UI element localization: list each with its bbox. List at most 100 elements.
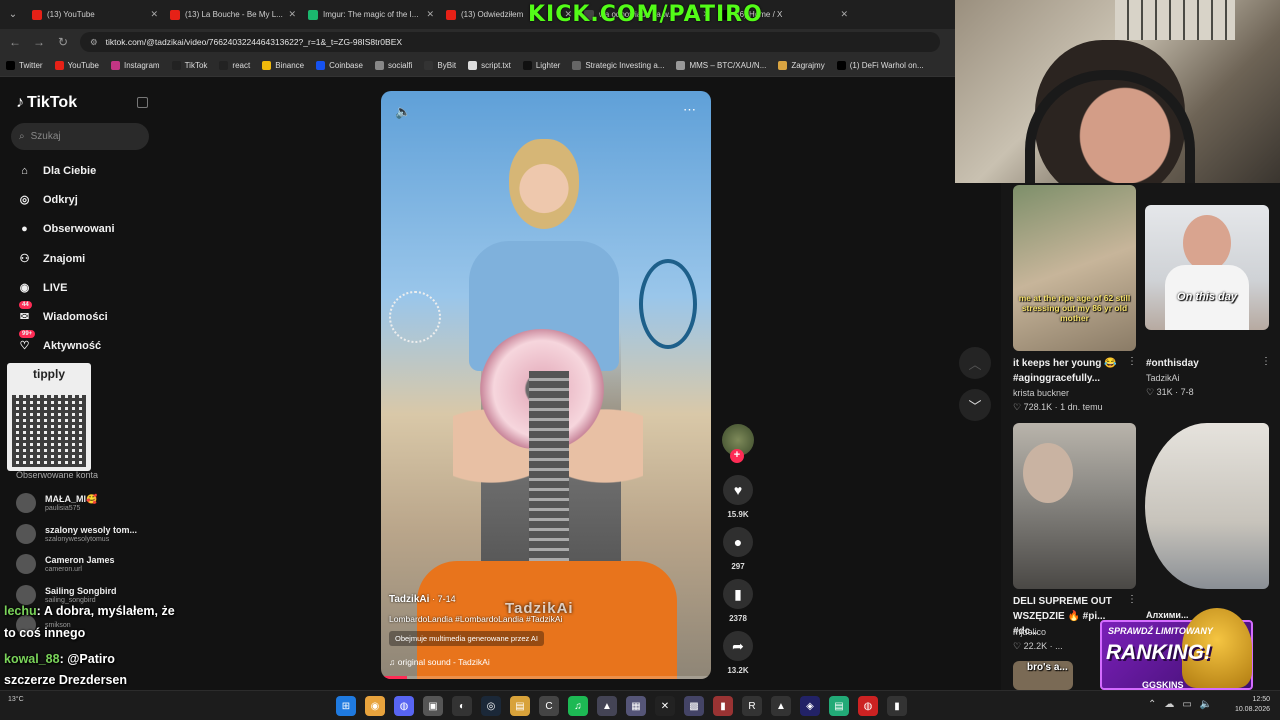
tab-favicon-icon (170, 9, 180, 20)
clock[interactable]: 12:50 10.08.2026 (1226, 695, 1270, 715)
browser-tab[interactable]: Imgur: The magic of the I... ✕ (302, 0, 440, 29)
followed-account[interactable]: Sailing Songbird sailing_songbird (16, 585, 117, 605)
sidebar-item-following[interactable]: ● Obserwowani (15, 219, 114, 238)
tab-search-icon[interactable]: ⌄ (0, 0, 26, 29)
rec-2-more-icon[interactable]: ⋮ (1261, 356, 1271, 367)
app-icon[interactable]: ▣ (423, 696, 443, 716)
app-icon-9[interactable]: ◈ (800, 696, 820, 716)
app-icon-7[interactable]: R (742, 696, 762, 716)
browser-tab[interactable]: (13) La Bouche - Be My L... ✕ (164, 0, 302, 29)
bookmark-item[interactable]: script.txt (468, 61, 511, 70)
volume-tray-icon[interactable]: 🔈 (1200, 699, 1212, 710)
bookmark-item[interactable]: Binance (262, 61, 304, 70)
previous-video-button[interactable]: ︿ (959, 347, 991, 379)
app-icon-6[interactable]: ▮ (713, 696, 733, 716)
sidebar-item-messages[interactable]: ✉ 44 Wiadomości (15, 301, 108, 326)
like-button[interactable]: ♥ 15.9K (721, 475, 755, 519)
video-player[interactable]: 🔈 ⋯ TadzikAi TadzikAi · 7-14 LombardoLan… (381, 91, 711, 679)
app-icon-5[interactable]: ▩ (684, 696, 704, 716)
forward-icon[interactable]: → (32, 35, 46, 49)
sidebar-item-live[interactable]: ◉ LIVE (15, 278, 68, 297)
rec-thumb-3[interactable] (1013, 423, 1136, 589)
sidebar-item-activity[interactable]: ♡ 99+ Aktywność (15, 330, 101, 355)
rec-author-3[interactable]: mjdelico (1013, 627, 1046, 637)
followed-account[interactable]: szalony wesoly tom... szalonywesolytomus (16, 524, 137, 544)
bookmark-item[interactable]: react (219, 61, 250, 70)
cloud-icon[interactable]: ☁ (1164, 699, 1174, 710)
video-progress-bar[interactable] (381, 676, 711, 679)
app-icon-3[interactable]: ▲ (597, 696, 617, 716)
tray-chevron-icon[interactable]: ⌃ (1148, 699, 1156, 710)
tiktok-logo[interactable]: ♪ TikTok (16, 94, 77, 112)
rec-thumb-1[interactable]: me at the ripe age of 62 still stressing… (1013, 185, 1136, 351)
close-tab-icon[interactable]: ✕ (150, 9, 158, 20)
collapse-sidebar-icon[interactable] (137, 97, 148, 108)
site-info-icon[interactable]: ⚙ (90, 37, 98, 48)
bookmark-item[interactable]: MMS – BTC/XAU/N... (676, 61, 766, 70)
rec-title-1[interactable]: it keeps her young 😂 #aginggracefully... (1013, 356, 1128, 386)
followed-account[interactable]: Cameron James cameron.url (16, 554, 115, 574)
reload-icon[interactable]: ↻ (56, 35, 70, 49)
comment-button[interactable]: ● 297 (721, 527, 755, 571)
video-author-name: TadzikAi (389, 594, 430, 605)
ggskins-promo[interactable]: SPRAWDŹ LIMITOWANY RANKING! GGSKINS (1072, 608, 1253, 694)
app-icon-8[interactable]: ▲ (771, 696, 791, 716)
app-icon-2[interactable]: C (539, 696, 559, 716)
search-input[interactable]: ⌕ Szukaj (11, 123, 149, 150)
rec-author-2[interactable]: TadzikAi (1146, 373, 1180, 383)
spotify-icon[interactable]: ♫ (568, 696, 588, 716)
bookmark-item[interactable]: Coinbase (316, 61, 363, 70)
app-icon-10[interactable]: ◍ (858, 696, 878, 716)
notepad-icon[interactable]: ▤ (829, 696, 849, 716)
share-button[interactable]: ➦ 13.2K (721, 631, 755, 675)
file-explorer-icon[interactable]: ▤ (510, 696, 530, 716)
bookmark-item[interactable]: socialfi (374, 61, 412, 70)
steam-icon[interactable]: ◎ (481, 696, 501, 716)
bookmark-item[interactable]: Twitter (6, 61, 43, 70)
creator-avatar[interactable]: + (721, 424, 755, 463)
weather-widget[interactable]: 13°C (8, 696, 24, 703)
bookmark-label: TikTok (184, 61, 208, 70)
sidebar-item-home[interactable]: ⌂ Dla Ciebie (15, 161, 96, 180)
followed-account[interactable]: MAŁA_MI🥰 paulisia575 (16, 493, 97, 513)
bookmark-item[interactable]: Instagram (111, 61, 160, 70)
save-button[interactable]: ▮ 2378 (721, 579, 755, 623)
rec-thumb-2[interactable]: On this day (1145, 205, 1269, 330)
bookmark-item[interactable]: Strategic Investing a... (572, 61, 664, 70)
browser-tab[interactable]: (13) YouTube ✕ (26, 0, 164, 29)
video-author[interactable]: TadzikAi · 7-14 (389, 594, 689, 605)
bookmark-item[interactable]: Lighter (522, 61, 560, 70)
chrome-icon[interactable]: ◉ (365, 696, 385, 716)
video-description[interactable]: LombardoLandia #LombardoLandia #TadzikAi (389, 614, 689, 624)
rec-1-more-icon[interactable]: ⋮ (1127, 356, 1137, 367)
more-options-icon[interactable]: ⋯ (683, 102, 696, 118)
rec-author-1[interactable]: krista buckner (1013, 388, 1069, 398)
close-tab-icon[interactable]: ✕ (288, 9, 296, 20)
app-icon-4[interactable]: ▦ (626, 696, 646, 716)
rec-title-2[interactable]: #onthisday (1146, 356, 1256, 371)
rec-thumb-5[interactable]: bro's a... (1013, 661, 1073, 690)
next-video-button[interactable]: ﹀ (959, 389, 991, 421)
bookmark-item[interactable]: TikTok (171, 61, 208, 70)
close-tab-icon[interactable]: ✕ (426, 9, 434, 20)
rec-3-more-icon[interactable]: ⋮ (1127, 594, 1137, 605)
back-icon[interactable]: ← (8, 35, 22, 49)
bookmark-item[interactable]: ByBit (424, 61, 456, 70)
follow-plus-icon[interactable]: + (730, 449, 744, 463)
video-sound[interactable]: ♫ original sound - TadzikAi (389, 657, 689, 667)
github-desktop-icon[interactable]: ◐ (452, 696, 472, 716)
bookmark-item[interactable]: YouTube (54, 61, 99, 70)
network-icon[interactable]: ▭ (1182, 699, 1191, 710)
sidebar-item-friends[interactable]: ⚇ Znajomi (15, 249, 86, 268)
bookmark-item[interactable]: Zagrajmy (778, 61, 825, 70)
volume-icon[interactable]: 🔈 (395, 104, 411, 120)
app-icon-11[interactable]: ▮ (887, 696, 907, 716)
rec-thumb-4[interactable] (1145, 423, 1269, 589)
sidebar-item-compass[interactable]: ◎ Odkryj (15, 190, 78, 209)
bookmark-item[interactable]: (1) DeFi Warhol on... (836, 61, 924, 70)
windows-start-icon[interactable]: ⊞ (336, 696, 356, 716)
close-tab-icon[interactable]: ✕ (840, 9, 848, 20)
capcut-icon[interactable]: ✕ (655, 696, 675, 716)
discord-icon[interactable]: ◍ (394, 696, 414, 716)
url-input[interactable]: ⚙ tiktok.com/@tadzikai/video/76624032244… (80, 32, 940, 52)
